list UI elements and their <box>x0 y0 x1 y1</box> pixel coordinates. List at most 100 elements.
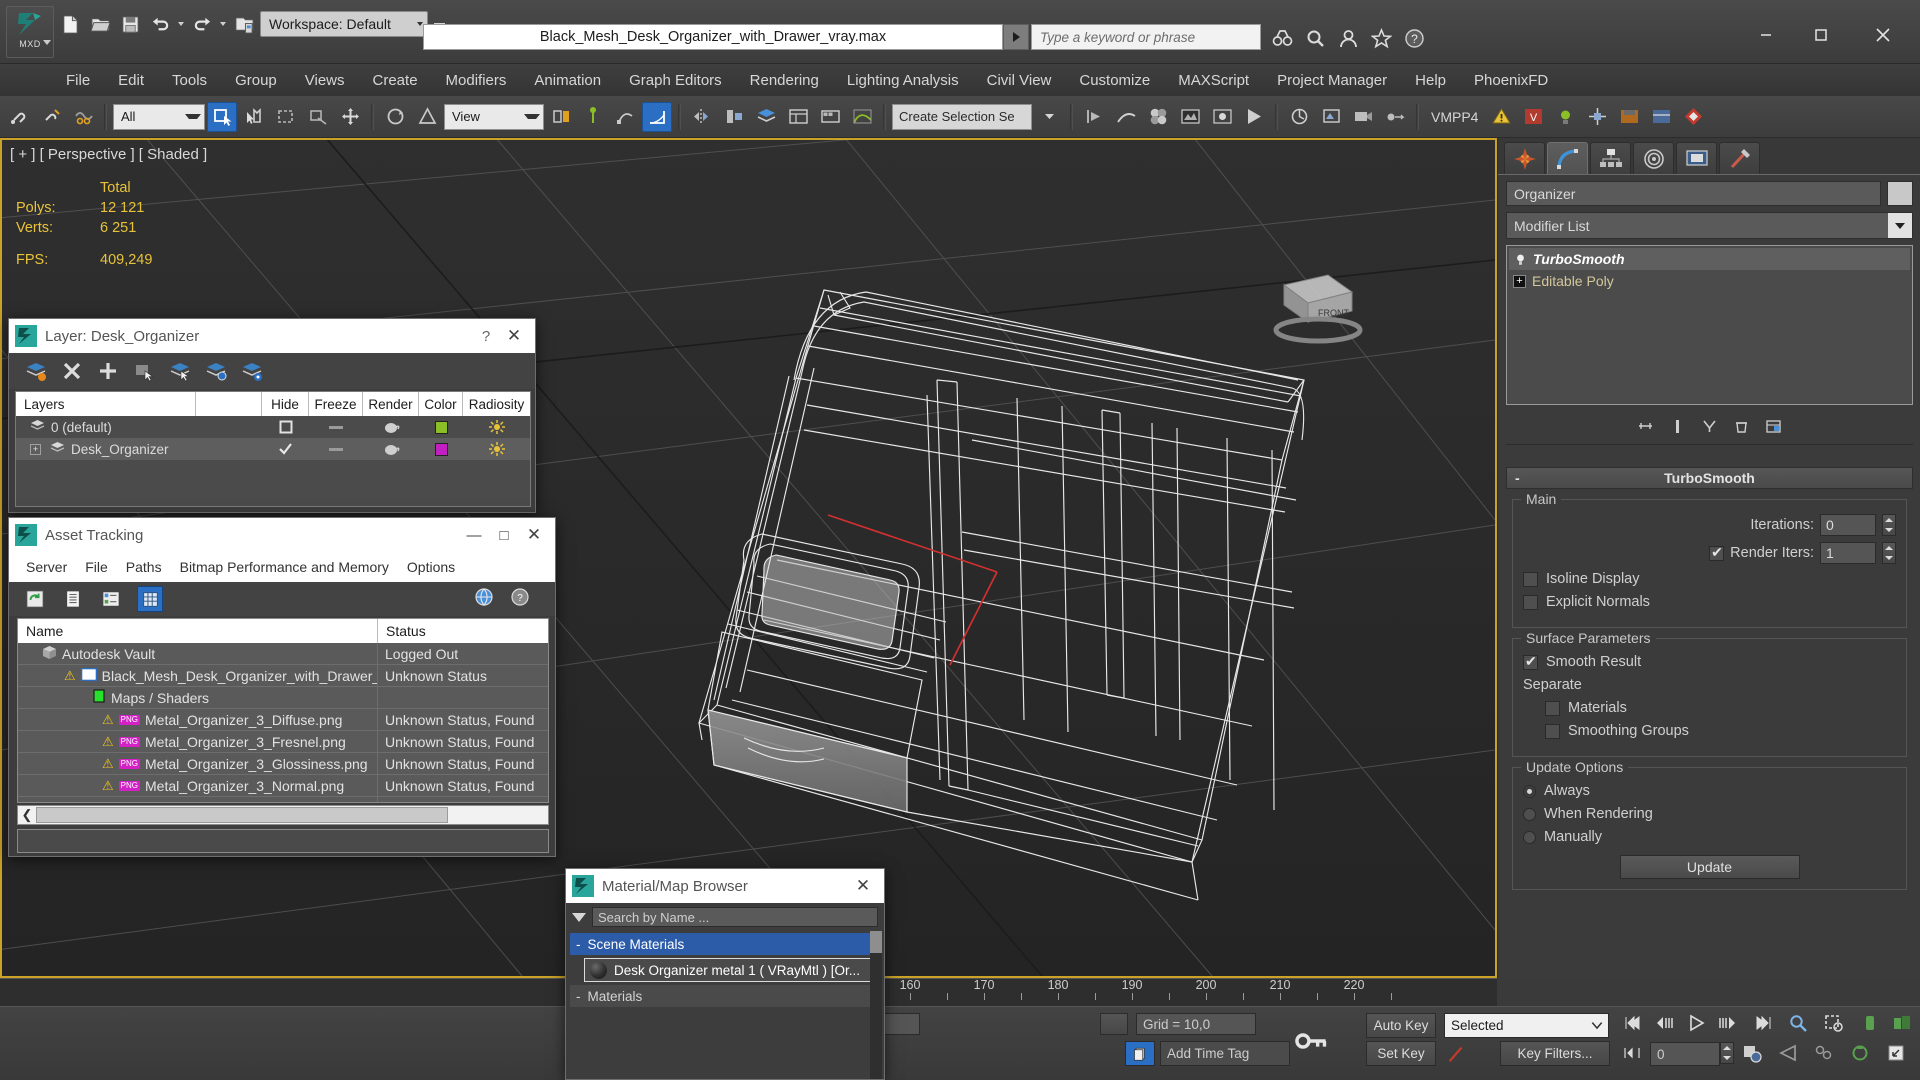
named-sets-dropdown-icon[interactable] <box>1034 102 1064 132</box>
mirror-flow-icon[interactable] <box>1079 102 1109 132</box>
table-row[interactable]: ⚠ PNG Metal_Organizer_3_Normal.png Unkno… <box>18 775 548 797</box>
pin-stack-icon[interactable] <box>1635 416 1657 438</box>
help-button[interactable]: ? <box>473 328 499 345</box>
list-view-icon[interactable] <box>61 587 85 611</box>
explicit-normals-checkbox[interactable] <box>1523 594 1538 610</box>
collapse-icon[interactable]: - <box>576 989 581 1004</box>
current-frame-spinner[interactable] <box>1720 1042 1734 1064</box>
group-materials[interactable]: - Materials <box>570 985 882 1007</box>
unlink-icon[interactable] <box>36 102 66 132</box>
table-row[interactable]: Maps / Shaders <box>18 687 548 709</box>
key-mode-toggle-icon[interactable] <box>1622 1043 1642 1063</box>
menu-edit[interactable]: Edit <box>104 68 158 93</box>
asset-menu-options[interactable]: Options <box>398 556 464 578</box>
menu-customize[interactable]: Customize <box>1065 68 1164 93</box>
update-when-rendering-radio[interactable] <box>1523 807 1536 821</box>
layer-dialog[interactable]: Layer: Desk_Organizer ? ✕ Layers Hide Fr… <box>8 318 536 513</box>
zoom-all-icon[interactable] <box>1814 1043 1834 1063</box>
asset-minimize-button[interactable]: — <box>459 527 489 544</box>
sign-in-icon[interactable] <box>1334 25 1362 51</box>
material-search-input[interactable]: Search by Name ... <box>592 907 878 927</box>
set-key-button[interactable]: Set Key <box>1366 1041 1436 1066</box>
separate-materials-checkbox[interactable] <box>1545 700 1560 716</box>
modifier-stack-item-editable-poly[interactable]: + Editable Poly <box>1509 270 1910 292</box>
smooth-result-checkbox[interactable] <box>1523 653 1538 670</box>
key-tangent-icon[interactable] <box>1443 1041 1469 1067</box>
list-item[interactable]: Desk Organizer metal 1 ( VRayMtl ) [Or..… <box>584 958 872 982</box>
time-tag-toggle[interactable] <box>1125 1041 1155 1066</box>
material-browser-scrollbar[interactable] <box>870 931 882 1079</box>
render-production-icon[interactable] <box>1239 102 1269 132</box>
window-maximize-button[interactable] <box>1800 18 1842 52</box>
hierarchy-tab[interactable] <box>1590 142 1631 174</box>
remove-modifier-icon[interactable] <box>1731 416 1753 438</box>
select-and-scale-icon[interactable] <box>412 102 442 132</box>
group-scene-materials[interactable]: - Scene Materials <box>570 933 882 955</box>
key-icon[interactable] <box>1288 1021 1336 1061</box>
explicit-normals-row[interactable]: Explicit Normals <box>1523 594 1896 610</box>
angle-snap-icon[interactable] <box>642 101 672 132</box>
freeze-toggle[interactable] <box>309 438 363 460</box>
collapse-icon[interactable]: - <box>576 937 581 952</box>
lightbulb-icon[interactable] <box>1513 252 1527 266</box>
render-setup-icon[interactable] <box>1175 102 1205 132</box>
rectangular-region-icon[interactable] <box>271 102 301 132</box>
arc-rotate-icon[interactable] <box>1850 1043 1870 1063</box>
motion-tab[interactable] <box>1633 142 1674 174</box>
menu-rendering[interactable]: Rendering <box>736 68 833 93</box>
align-tools-icon[interactable] <box>1582 102 1612 132</box>
smooth-result-row[interactable]: Smooth Result <box>1523 653 1896 670</box>
current-frame-field[interactable]: 0 <box>1650 1042 1720 1066</box>
modifier-list-combo[interactable]: Modifier List <box>1506 212 1913 239</box>
undo-dropdown-icon[interactable] <box>176 11 186 37</box>
menu-phoenixfd[interactable]: PhoenixFD <box>1460 68 1562 93</box>
layer-dialog-titlebar[interactable]: Layer: Desk_Organizer ? ✕ <box>9 319 535 353</box>
layer-select-highlight-icon[interactable] <box>205 360 227 382</box>
rendered-frame-window-icon[interactable] <box>1207 102 1237 132</box>
search-icon[interactable] <box>1301 25 1329 51</box>
zoom-icon[interactable] <box>1788 1013 1808 1033</box>
pan-view-icon[interactable] <box>1860 1013 1880 1033</box>
title-expand-button[interactable] <box>1003 24 1029 50</box>
open-file-button[interactable] <box>86 11 114 37</box>
redo-dropdown-icon[interactable] <box>218 11 228 37</box>
menu-maxscript[interactable]: MAXScript <box>1164 68 1263 93</box>
render-iters-spinner[interactable] <box>1882 542 1896 564</box>
mirror-icon[interactable] <box>687 102 717 132</box>
select-and-manipulate-icon[interactable] <box>578 102 608 132</box>
menu-create[interactable]: Create <box>359 68 432 93</box>
go-to-end-icon[interactable] <box>1754 1013 1774 1033</box>
save-state-icon[interactable] <box>1614 102 1644 132</box>
layer-list[interactable]: Layers Hide Freeze Render Color Radiosit… <box>15 391 531 507</box>
named-selection-sets-field[interactable]: Create Selection Se <box>892 103 1032 130</box>
asset-tracking-dialog[interactable]: Asset Tracking — □ ✕ Server File Paths B… <box>8 517 556 857</box>
asset-dialog-titlebar[interactable]: Asset Tracking — □ ✕ <box>9 518 555 552</box>
use-pivot-center-icon[interactable] <box>546 102 576 132</box>
turbosmooth-rollup-header[interactable]: - TurboSmooth <box>1506 467 1913 489</box>
menu-civil-view[interactable]: Civil View <box>973 68 1066 93</box>
create-tab[interactable] <box>1504 142 1545 174</box>
snaps-toggle-icon[interactable] <box>610 102 640 132</box>
redo-button[interactable] <box>188 11 216 37</box>
menu-views[interactable]: Views <box>291 68 359 93</box>
separate-smoothing-groups-row[interactable]: Smoothing Groups <box>1545 723 1896 739</box>
collapse-icon[interactable]: - <box>1515 470 1520 486</box>
modify-tab[interactable] <box>1547 142 1588 174</box>
select-and-move-icon[interactable] <box>335 102 365 132</box>
material-map-browser[interactable]: Material/Map Browser ✕ Search by Name ..… <box>565 868 885 1080</box>
orbit-icon[interactable] <box>1892 1013 1912 1033</box>
layer-properties-icon[interactable] <box>241 360 263 382</box>
auto-key-button[interactable]: Auto Key <box>1366 1013 1436 1038</box>
menu-file[interactable]: File <box>52 68 104 93</box>
render-toggle[interactable] <box>363 416 419 438</box>
menu-tools[interactable]: Tools <box>158 68 221 93</box>
asset-close-button[interactable]: ✕ <box>519 525 549 545</box>
grid-toggle-button[interactable] <box>1100 1013 1128 1035</box>
favorites-star-icon[interactable] <box>1367 25 1395 51</box>
layer-dialog-close-button[interactable]: ✕ <box>499 326 529 346</box>
scrollbar-thumb[interactable] <box>36 807 448 823</box>
warning-triangle-icon[interactable] <box>1486 102 1516 132</box>
window-close-button[interactable] <box>1862 18 1904 52</box>
table-row[interactable]: ⚠ PNG Metal_Organizer_3_Fresnel.png Unkn… <box>18 731 548 753</box>
layer-current-icon[interactable] <box>25 360 47 382</box>
